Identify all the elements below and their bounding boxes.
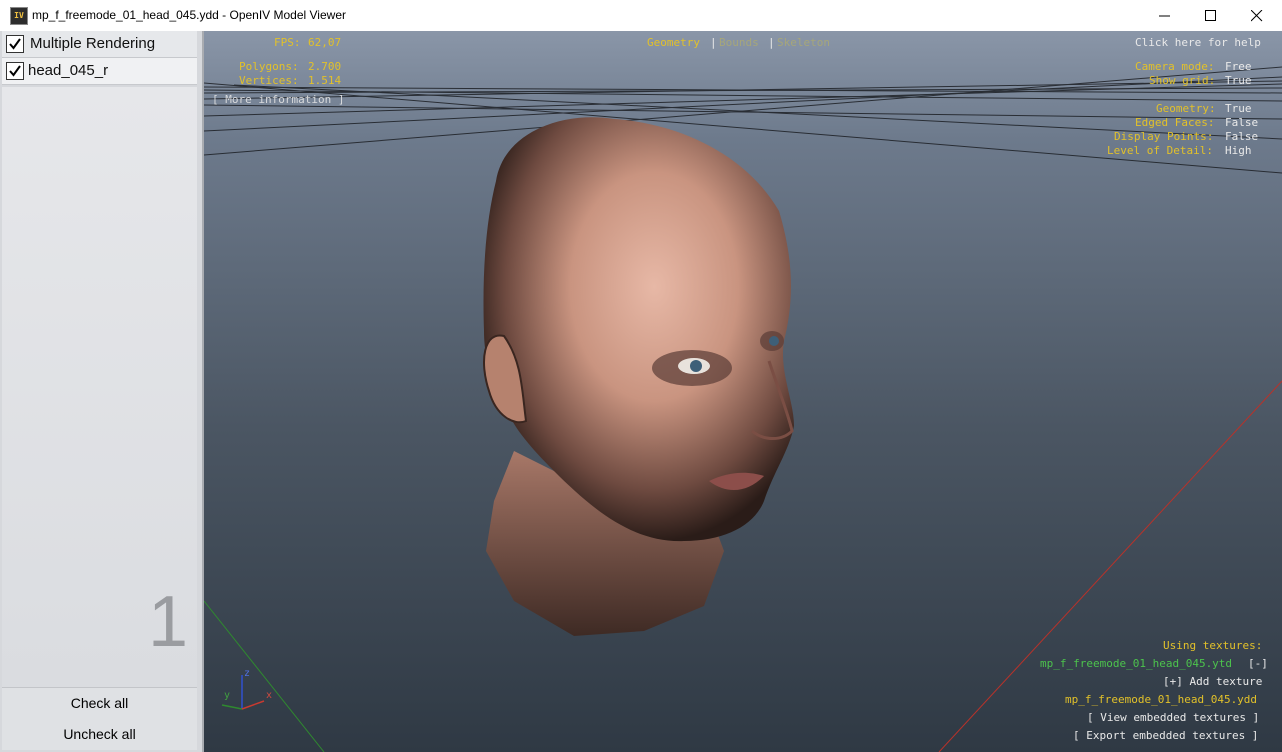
tab-separator: |: [768, 36, 775, 49]
multiple-rendering-label: Multiple Rendering: [30, 35, 156, 52]
export-embedded-textures-button[interactable]: [ Export embedded textures ]: [1073, 729, 1258, 742]
add-texture-button[interactable]: [+] Add texture: [1163, 675, 1262, 688]
title-bar: IV mp_f_freemode_01_head_045.ydd - OpenI…: [0, 0, 1282, 32]
minimize-button[interactable]: [1142, 0, 1188, 31]
3d-viewport[interactable]: FPS: 62,07 Polygons: 2.700 Vertices: 1.5…: [204, 31, 1282, 752]
texture-file-link[interactable]: mp_f_freemode_01_head_045.ytd: [1040, 657, 1232, 670]
edged-faces-value[interactable]: False: [1225, 116, 1258, 129]
close-button[interactable]: [1234, 0, 1280, 31]
show-grid-label: Show grid:: [1149, 74, 1216, 87]
minimize-icon: [1159, 15, 1170, 17]
maximize-button[interactable]: [1188, 0, 1234, 31]
vertices-value: 1.514: [308, 74, 342, 87]
geometry-value[interactable]: True: [1225, 102, 1252, 115]
close-icon: [1251, 10, 1263, 22]
window-title: mp_f_freemode_01_head_045.ydd - OpenIV M…: [32, 8, 346, 22]
model-file-name: mp_f_freemode_01_head_045.ydd: [1065, 693, 1258, 706]
help-link[interactable]: Click here for help: [1135, 36, 1261, 49]
show-grid-value[interactable]: True: [1225, 74, 1252, 87]
edged-faces-label: Edged Faces:: [1135, 116, 1215, 129]
model-list-panel: Multiple Rendering head_045_r 1 Check al…: [0, 31, 204, 752]
level-of-detail-label: Level of Detail:: [1107, 144, 1213, 157]
checkmark-icon: [9, 65, 21, 77]
vertices-label: Vertices:: [239, 74, 299, 87]
check-all-button[interactable]: Check all: [2, 687, 197, 719]
tab-bounds[interactable]: Bounds: [719, 36, 759, 49]
axis-z-label: z: [244, 668, 251, 679]
polygons-value: 2.700: [308, 60, 342, 73]
geometry-label: Geometry:: [1156, 102, 1216, 115]
display-points-label: Display Points:: [1114, 130, 1214, 143]
uncheck-all-button[interactable]: Uncheck all: [2, 719, 197, 750]
checkmark-icon: [9, 38, 21, 50]
fps-value: 62,07: [308, 36, 342, 49]
axis-x-label: x: [266, 690, 273, 701]
camera-mode-label: Camera mode:: [1135, 60, 1215, 73]
maximize-icon: [1205, 10, 1216, 21]
using-textures-heading: Using textures:: [1163, 639, 1263, 652]
view-embedded-textures-button[interactable]: [ View embedded textures ]: [1087, 711, 1259, 724]
tab-geometry[interactable]: Geometry: [647, 36, 700, 49]
model-list-item[interactable]: head_045_r: [2, 58, 197, 85]
tab-separator: |: [710, 36, 717, 49]
model-visibility-checkbox[interactable]: [6, 62, 24, 80]
grid-lines: [204, 66, 1282, 174]
polygons-label: Polygons:: [239, 60, 299, 73]
remove-texture-button[interactable]: [-]: [1248, 657, 1268, 670]
fps-label: FPS:: [274, 36, 301, 49]
more-information-link[interactable]: [ More information ]: [212, 93, 344, 106]
display-points-value[interactable]: False: [1225, 130, 1258, 143]
level-of-detail-value[interactable]: High: [1225, 144, 1252, 157]
openiv-app-icon: IV: [10, 7, 28, 25]
multiple-rendering-checkbox[interactable]: [6, 35, 24, 53]
model-count: 1: [148, 582, 189, 662]
model-item-label: head_045_r: [28, 62, 109, 79]
axis-y-label: y: [224, 690, 231, 701]
multiple-rendering-row[interactable]: Multiple Rendering: [2, 31, 197, 58]
camera-mode-value[interactable]: Free: [1225, 60, 1252, 73]
tab-skeleton[interactable]: Skeleton: [777, 36, 830, 49]
